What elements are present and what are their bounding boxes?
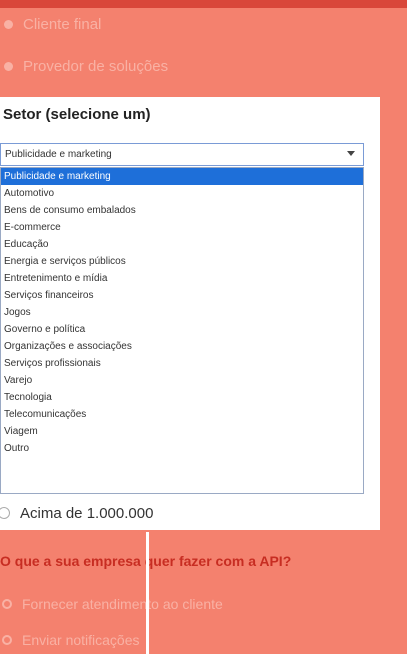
radio-icon <box>2 599 12 609</box>
sector-option[interactable]: Educação <box>1 236 363 253</box>
sector-option[interactable]: Outro <box>1 440 363 457</box>
sector-option[interactable]: Telecomunicações <box>1 406 363 423</box>
sector-option[interactable]: Governo e política <box>1 321 363 338</box>
sector-option[interactable]: Varejo <box>1 372 363 389</box>
sector-option[interactable]: E-commerce <box>1 219 363 236</box>
option-notificacoes[interactable]: Enviar notificações <box>0 630 140 650</box>
sector-select-value: Publicidade e marketing <box>5 149 112 160</box>
sector-select[interactable]: Publicidade e marketing <box>0 143 364 166</box>
radio-icon <box>2 635 12 645</box>
option-label: Fornecer atendimento ao cliente <box>22 596 223 612</box>
sector-option[interactable]: Bens de consumo embalados <box>1 202 363 219</box>
top-bar <box>0 0 407 8</box>
sector-title: Setor (selecione um) <box>3 106 151 123</box>
sector-option[interactable]: Jogos <box>1 304 363 321</box>
option-cliente-final[interactable]: Cliente final <box>0 14 101 34</box>
option-label: Acima de 1.000.000 <box>20 505 154 522</box>
sector-option[interactable]: Serviços profissionais <box>1 355 363 372</box>
sector-option[interactable]: Energia e serviços públicos <box>1 253 363 270</box>
sector-option[interactable]: Publicidade e marketing <box>1 168 363 185</box>
radio-icon <box>4 19 13 29</box>
text-cursor <box>146 532 149 654</box>
option-label: Provedor de soluções <box>23 57 169 75</box>
sector-option[interactable]: Tecnologia <box>1 389 363 406</box>
sector-option[interactable]: Serviços financeiros <box>1 287 363 304</box>
chevron-down-icon <box>347 151 355 156</box>
sector-option[interactable]: Entretenimento e mídia <box>1 270 363 287</box>
option-label: Cliente final <box>23 15 102 33</box>
option-label: Enviar notificações <box>22 632 140 648</box>
sector-option[interactable]: Automotivo <box>1 185 363 202</box>
sector-option[interactable]: Viagem <box>1 423 363 440</box>
radio-icon <box>4 61 13 71</box>
option-provedor[interactable]: Provedor de soluções <box>0 56 168 76</box>
option-above-million[interactable]: Acima de 1.000.000 <box>0 505 154 522</box>
option-atendimento[interactable]: Fornecer atendimento ao cliente <box>0 594 223 614</box>
sector-dropdown-list[interactable]: Publicidade e marketing Automotivo Bens … <box>0 167 364 494</box>
sector-option[interactable]: Organizações e associações <box>1 338 363 355</box>
